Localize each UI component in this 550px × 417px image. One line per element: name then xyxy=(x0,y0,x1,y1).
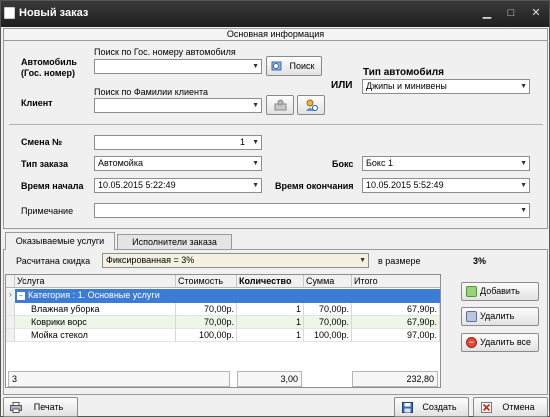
column-header-qty[interactable]: Количество xyxy=(237,275,304,288)
group-row[interactable]: › − Категория : 1. Основные услуги xyxy=(6,289,440,303)
cell-price[interactable]: 70,00р. xyxy=(176,316,237,329)
discount-size-label: в размере xyxy=(378,256,421,266)
minimize-icon[interactable]: ▁ xyxy=(480,6,494,20)
row-pointer-icon: › xyxy=(6,289,15,303)
start-time-field[interactable]: 10.05.2015 5:22:49 ▼ xyxy=(94,178,262,193)
cancel-button[interactable]: Отмена xyxy=(473,397,548,417)
car-search-hint: Поиск по Гос. номеру автомобиля xyxy=(94,47,236,57)
find-client-button[interactable] xyxy=(297,95,325,115)
order-window: Новый заказ ▁ □ ✕ Основная информация Ав… xyxy=(0,0,550,417)
column-header-price[interactable]: Стоимость xyxy=(176,275,237,288)
chevron-down-icon: ▼ xyxy=(252,102,259,109)
cell-service[interactable]: Влажная уборка xyxy=(15,303,176,316)
cell-qty[interactable]: 1 xyxy=(237,303,304,316)
delete-all-button[interactable]: − Удалить все xyxy=(461,333,539,352)
note-label: Примечание xyxy=(21,206,74,216)
add-service-button[interactable]: Добавить xyxy=(461,282,539,301)
divider xyxy=(9,124,543,125)
row-indicator-header xyxy=(6,275,15,288)
tab-executors[interactable]: Исполнители заказа xyxy=(117,234,232,249)
box-label: Бокс xyxy=(332,159,354,169)
cell-qty[interactable]: 1 xyxy=(237,329,304,342)
client-combo[interactable]: ▼ xyxy=(94,98,262,113)
table-row[interactable]: Влажная уборка 70,00р. 1 70,00р. 67,90р. xyxy=(6,303,440,316)
client-search-hint: Поиск по Фамилии клиента xyxy=(94,87,209,97)
chevron-down-icon: ▼ xyxy=(252,160,259,167)
chevron-down-icon: ▼ xyxy=(520,160,527,167)
row-indicator xyxy=(6,329,15,342)
row-indicator xyxy=(6,303,15,316)
chevron-down-icon: ▼ xyxy=(252,63,259,70)
cell-total[interactable]: 67,90р. xyxy=(352,316,440,329)
close-icon[interactable]: ✕ xyxy=(529,6,543,20)
printer-icon xyxy=(10,402,22,413)
order-type-select[interactable]: Автомойка ▼ xyxy=(94,156,262,171)
chevron-down-icon: ▼ xyxy=(520,182,527,189)
group-label: Категория : 1. Основные услуги xyxy=(28,290,160,300)
car-type-label: Тип автомобиля xyxy=(363,67,444,78)
column-header-total[interactable]: Итого xyxy=(352,275,440,288)
add-icon xyxy=(466,286,477,297)
remove-icon: − xyxy=(466,337,477,348)
chevron-down-icon: ▼ xyxy=(520,207,527,214)
cell-sum[interactable]: 70,00р. xyxy=(304,303,352,316)
cell-qty[interactable]: 1 xyxy=(237,316,304,329)
end-time-field[interactable]: 10.05.2015 5:52:49 ▼ xyxy=(362,178,530,193)
footer-count: 3 xyxy=(8,371,230,387)
column-header-sum[interactable]: Сумма xyxy=(304,275,352,288)
collapse-icon[interactable]: − xyxy=(17,292,25,300)
client-label: Клиент xyxy=(21,98,53,108)
search-icon xyxy=(271,61,282,71)
app-icon xyxy=(4,7,15,19)
row-indicator xyxy=(6,316,15,329)
footer-grand-total: 232,80 xyxy=(352,371,438,387)
cell-price[interactable]: 70,00р. xyxy=(176,303,237,316)
search-button[interactable]: Поиск xyxy=(266,56,322,76)
title-bar[interactable]: Новый заказ ▁ □ ✕ xyxy=(1,1,549,27)
cell-sum[interactable]: 70,00р. xyxy=(304,316,352,329)
delete-icon xyxy=(466,311,477,322)
cell-total[interactable]: 97,00р. xyxy=(352,329,440,342)
discount-label: Расчитана скидка xyxy=(16,256,91,266)
cell-price[interactable]: 100,00р. xyxy=(176,329,237,342)
discount-select[interactable]: Фиксированная = 3% ▼ xyxy=(102,253,369,268)
cell-service[interactable]: Коврики ворс xyxy=(15,316,176,329)
box-select[interactable]: Бокс 1 ▼ xyxy=(362,156,530,171)
table-row[interactable]: Мойка стекол 100,00р. 1 100,00р. 97,00р. xyxy=(6,329,440,342)
cell-service[interactable]: Мойка стекол xyxy=(15,329,176,342)
table-row[interactable]: Коврики ворс 70,00р. 1 70,00р. 67,90р. xyxy=(6,316,440,329)
car-type-select[interactable]: Джипы и минивены ▼ xyxy=(362,79,530,94)
chevron-down-icon: ▼ xyxy=(520,83,527,90)
client-card-button[interactable] xyxy=(266,95,294,115)
save-icon xyxy=(402,402,413,413)
print-button[interactable]: Печать xyxy=(3,397,78,417)
client-card-icon xyxy=(274,99,287,111)
or-label: ИЛИ xyxy=(331,80,353,91)
cancel-icon xyxy=(481,402,492,413)
services-grid: Услуга Стоимость Количество Сумма Итого … xyxy=(5,274,441,388)
section-header: Основная информация xyxy=(3,28,548,41)
user-search-icon xyxy=(306,99,318,111)
car-label: Автомобиль (Гос. номер) xyxy=(21,57,77,78)
end-time-label: Время окончания xyxy=(275,181,354,191)
cell-total[interactable]: 67,90р. xyxy=(352,303,440,316)
create-button[interactable]: Создать xyxy=(394,397,469,417)
tab-services[interactable]: Оказываемые услуги xyxy=(5,232,115,250)
maximize-icon[interactable]: □ xyxy=(504,6,518,20)
chevron-down-icon: ▼ xyxy=(252,182,259,189)
column-header-service[interactable]: Услуга xyxy=(15,275,176,288)
order-type-label: Тип заказа xyxy=(21,159,68,169)
cell-sum[interactable]: 100,00р. xyxy=(304,329,352,342)
discount-size-value: 3% xyxy=(473,256,487,266)
start-time-label: Время начала xyxy=(21,181,84,191)
shift-spinner[interactable]: 1 ▼ xyxy=(94,135,262,150)
footer-qty-total: 3,00 xyxy=(237,371,302,387)
delete-service-button[interactable]: Удалить xyxy=(461,307,539,326)
window-title: Новый заказ xyxy=(19,7,89,19)
chevron-down-icon: ▼ xyxy=(252,139,259,146)
chevron-down-icon: ▼ xyxy=(359,257,366,264)
shift-label: Смена № xyxy=(21,137,63,147)
note-field[interactable]: ▼ xyxy=(94,203,530,218)
car-number-combo[interactable]: ▼ xyxy=(94,59,262,74)
